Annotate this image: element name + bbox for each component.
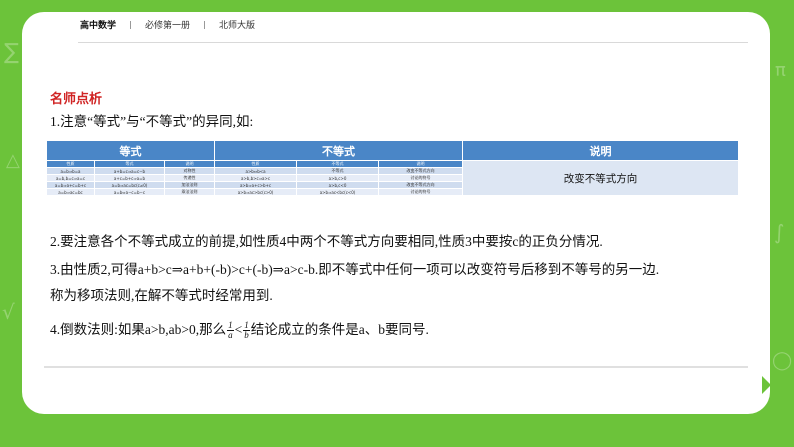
table-cell: a>b,b>c⇒a>c <box>214 174 298 182</box>
header-divider <box>204 20 206 29</box>
fraction-one-over-a: 1a <box>227 321 234 340</box>
slide-card: 高中数学 必修第一册 北师大版 名师点析 1.注意“等式”与“不等式”的异同,如… <box>22 12 771 414</box>
table-cell: 讨论的符号 <box>378 188 464 196</box>
table-cell: a>b⇔b<a <box>214 167 298 175</box>
table-subheader: 说明 <box>163 160 216 168</box>
fraction-denominator: a <box>228 330 233 341</box>
table-cell: a=b⇒a+c=b+c <box>46 181 95 189</box>
table-cell: 改变不等式方向 <box>378 167 464 175</box>
table-cell: a+c=b+c⇒a=b <box>94 174 165 182</box>
table-cell: a=b⇒b=a <box>46 167 95 175</box>
paragraph-1: 1.注意“等式”与“不等式”的异同,如: <box>50 114 254 129</box>
table-cell: a>b⇒ac<bc(c<0) <box>296 188 380 196</box>
table-group-note: 说明 <box>462 140 740 161</box>
fraction-one-over-b: 1b <box>243 321 250 340</box>
fraction-denominator: b <box>244 330 249 341</box>
paragraph-3-continued: 称为移项法则,在解不等式时经常用到. <box>50 288 273 303</box>
table-cell: a>b,c>0 <box>296 174 380 182</box>
table-subheader: 性质 <box>46 160 95 168</box>
section-title: 名师点析 <box>50 92 103 107</box>
paragraph-4: 4.倒数法则:如果a>b,ab>0,那么 1 a <1 b 结论成立的条件是a、b要同号. <box>50 318 429 340</box>
table-cell: 对称性 <box>163 167 216 175</box>
paragraph-3: 3.由性质2,可得a+b>c⇒a+b+(-b)>c+(-b)⇒a>c-b.即不等… <box>50 262 660 277</box>
table-note-cell: 改变不等式方向 <box>462 160 740 196</box>
table-cell: a=b⇒ac=bc <box>46 188 95 196</box>
header-underline <box>78 42 748 43</box>
table-cell: a>b⇒ac>bc(c>0) <box>214 188 298 196</box>
slide-header: 高中数学 必修第一册 北师大版 <box>80 18 255 31</box>
less-than-sign: < <box>234 322 243 337</box>
paragraph-4-suffix: 结论成立的条件是a、b要同号. <box>250 322 429 337</box>
table-cell: a>b,c<0 <box>296 181 380 189</box>
table-cell: a+b=c⇒a=c−b <box>94 167 165 175</box>
paragraph-4-prefix: 4.倒数法则:如果a>b,ab>0,那么 <box>50 322 227 337</box>
table-cell: a=b⇒ac=bc(c≠0) <box>94 181 165 189</box>
table-cell: 乘法法则 <box>163 188 216 196</box>
table-cell: 传递性 <box>163 174 216 182</box>
table-subheader: 等式 <box>94 160 165 168</box>
table-group-equation: 等式 <box>45 140 216 161</box>
table-subheader: 说明 <box>378 160 464 168</box>
table-subheader: 不等式 <box>296 160 380 168</box>
paragraph-2: 2.要注意各个不等式成立的前提,如性质4中两个不等式方向要相同,性质3中要按c的… <box>50 234 603 249</box>
header-subject: 高中数学 <box>80 21 117 31</box>
table-cell: 加法法则 <box>163 181 216 189</box>
play-triangle-icon <box>762 376 771 394</box>
table-group-inequality: 不等式 <box>214 140 464 161</box>
table-cell: 不等式 <box>296 167 380 175</box>
header-divider <box>130 20 132 29</box>
header-edition: 北师大版 <box>219 21 256 31</box>
table-cell: a=b,b=c⇒a=c <box>46 174 95 182</box>
header-book: 必修第一册 <box>145 21 191 31</box>
table-cell: a=b⇔a−c=b−c <box>94 188 165 196</box>
table-cell: a>b⇒a+c>b+c <box>214 181 298 189</box>
footer-divider <box>44 366 748 368</box>
comparison-table: 等式 不等式 说明 性质 等式 说明 性质 不等式 说明 改变不等式方向 a=b… <box>45 140 740 196</box>
table-cell: 讨论的符号 <box>378 174 464 182</box>
table-cell: 改变不等式方向 <box>378 181 464 189</box>
table-subheader: 性质 <box>214 160 298 168</box>
